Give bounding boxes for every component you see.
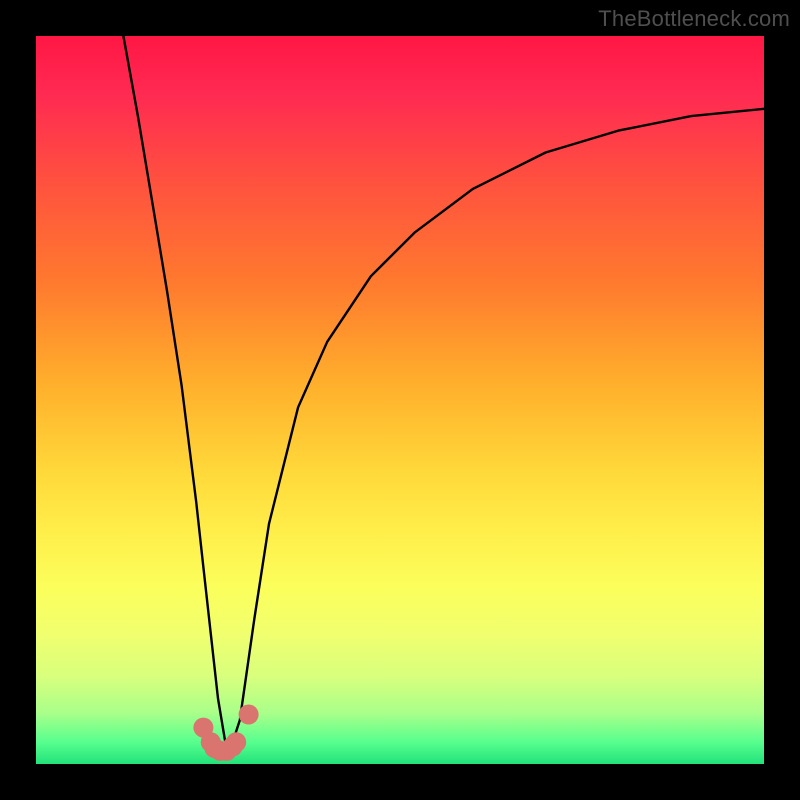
chart-frame: TheBottleneck.com [0,0,800,800]
highlight-dots [193,705,258,761]
watermark-text: TheBottleneck.com [598,6,790,32]
plot-area [36,36,764,764]
curve-path [123,36,764,742]
highlight-dot [239,705,259,725]
highlight-dot [226,732,246,752]
curve-svg [36,36,764,764]
